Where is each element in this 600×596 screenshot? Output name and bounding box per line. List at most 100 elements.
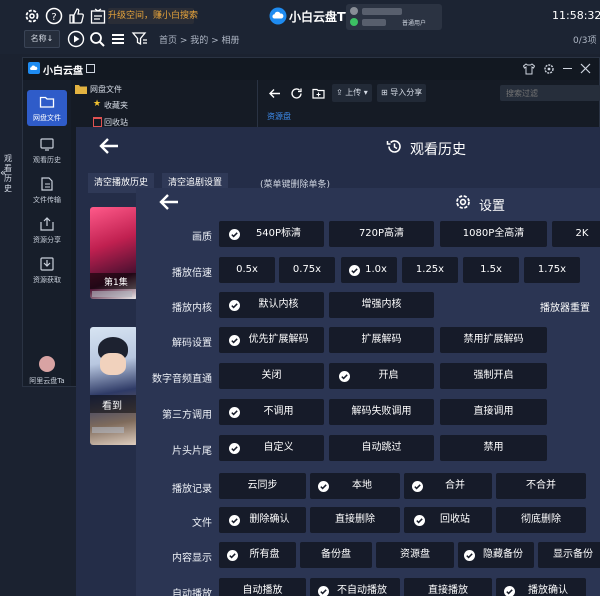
user-chip[interactable]: 普通用户 [346, 4, 442, 30]
upgrade-promo-button[interactable]: 升级空间，赚小白搜索 [108, 8, 198, 24]
refresh-icon[interactable] [290, 87, 303, 100]
setting-option[interactable]: 回收站 [404, 507, 492, 533]
upload-icon: ⇪ [336, 88, 343, 97]
setting-option[interactable]: 540P标清 [219, 221, 324, 247]
back-arrow-icon[interactable] [98, 137, 120, 155]
setting-option[interactable]: 1.25x [402, 257, 458, 283]
setting-row-label: 内容显示 [172, 553, 212, 564]
setting-option-label: 2K [575, 228, 589, 239]
sort-button[interactable]: 名称↓ [24, 30, 60, 48]
sidebar-item-fetch[interactable]: 资源获取 [27, 256, 67, 285]
help-icon[interactable]: ? [44, 6, 64, 26]
setting-option[interactable]: 直接调用 [440, 399, 547, 425]
setting-option[interactable]: 不调用 [219, 399, 324, 425]
sidebar-item-label: 网盘文件 [33, 114, 61, 122]
filter-icon[interactable] [130, 29, 150, 49]
setting-option[interactable]: 合并 [404, 473, 492, 499]
sidebar-item-history[interactable]: 观看历史 [27, 136, 67, 165]
setting-option[interactable]: 直接播放 [404, 578, 492, 596]
sidebar-item-transfer[interactable]: 文件传输 [27, 176, 67, 205]
sidebar-toggle-icon[interactable] [86, 64, 95, 73]
path-link[interactable]: 资源盘 [267, 111, 291, 122]
shirt-icon[interactable] [523, 63, 535, 75]
back-arrow-icon[interactable] [268, 87, 281, 100]
setting-option[interactable]: 0.75x [279, 257, 335, 283]
search-input[interactable] [500, 85, 600, 101]
close-icon[interactable] [580, 63, 591, 74]
setting-option[interactable]: 播放确认 [496, 578, 586, 596]
setting-option[interactable]: 禁用 [440, 435, 547, 461]
setting-option-label: 彻底删除 [521, 514, 561, 525]
setting-option[interactable]: 所有盘 [219, 542, 296, 568]
search-icon[interactable] [87, 29, 107, 49]
setting-option[interactable]: 解码失败调用 [329, 399, 434, 425]
setting-option[interactable]: 0.5x [219, 257, 275, 283]
breadcrumb[interactable]: 首页 > 我的 > 相册 [159, 33, 240, 46]
setting-option[interactable]: 1080P全高清 [440, 221, 547, 247]
sidebar-item-share[interactable]: 资源分享 [27, 216, 67, 245]
setting-option[interactable]: 1.0x [341, 257, 397, 283]
download-icon [39, 256, 55, 272]
setting-option[interactable]: 开启 [329, 363, 434, 389]
cloud-logo-icon [268, 6, 288, 26]
upload-button[interactable]: ⇪ 上传 ▾ [332, 84, 372, 102]
redacted-user-id [362, 19, 386, 26]
history-thumbnail[interactable]: 看到 [90, 327, 138, 445]
redacted-title [92, 291, 132, 297]
upload-label: 上传 [345, 88, 362, 97]
setting-option[interactable]: 资源盘 [376, 542, 454, 568]
double-chevron-left-icon[interactable]: « [0, 166, 7, 179]
setting-option[interactable]: 删除确认 [219, 507, 306, 533]
account-name: 阿里云盘Ta [29, 377, 65, 385]
setting-row-label: 文件 [192, 518, 212, 529]
avatar[interactable] [39, 356, 55, 372]
setting-option[interactable]: 云同步 [219, 473, 306, 499]
thumbs-up-icon[interactable] [66, 6, 86, 26]
sidebar-item-files[interactable]: 网盘文件 [27, 90, 67, 126]
player-reset-button[interactable]: 播放器重置 [540, 299, 590, 314]
setting-option[interactable]: 自动跳过 [329, 435, 434, 461]
setting-option[interactable]: 备份盘 [300, 542, 372, 568]
setting-option[interactable]: 2K [552, 221, 600, 247]
setting-option[interactable]: 默认内核 [219, 292, 324, 318]
setting-option[interactable]: 优先扩展解码 [219, 327, 324, 353]
setting-option[interactable]: 不合并 [496, 473, 586, 499]
setting-option-label: 自动跳过 [361, 442, 402, 453]
task-icon[interactable] [88, 6, 108, 26]
setting-option-label: 自动播放 [242, 585, 283, 596]
setting-option-label: 显示备份 [553, 549, 593, 560]
setting-option[interactable]: 禁用扩展解码 [440, 327, 547, 353]
setting-option-label: 扩展解码 [361, 334, 402, 345]
list-view-icon[interactable] [108, 29, 128, 49]
setting-option[interactable]: 强制开启 [440, 363, 547, 389]
gear-icon[interactable] [22, 6, 42, 26]
play-circle-icon[interactable] [66, 29, 86, 49]
setting-option[interactable]: 1.5x [463, 257, 519, 283]
setting-option-label: 增强内核 [361, 299, 402, 310]
setting-option[interactable]: 直接删除 [310, 507, 400, 533]
setting-option[interactable]: 本地 [310, 473, 400, 499]
setting-option[interactable]: 自定义 [219, 435, 324, 461]
tree-item-favorites[interactable]: 收藏夹 [104, 100, 128, 111]
setting-option[interactable]: 1.75x [524, 257, 580, 283]
setting-option[interactable]: 扩展解码 [329, 327, 434, 353]
tree-item-files[interactable]: 网盘文件 [90, 84, 122, 95]
setting-option[interactable]: 增强内核 [329, 292, 434, 318]
setting-option-label: 默认内核 [258, 299, 299, 310]
minimize-icon[interactable] [563, 68, 572, 69]
back-arrow-icon[interactable] [158, 193, 180, 211]
new-folder-icon[interactable] [312, 87, 325, 100]
setting-option[interactable]: 自动播放 [219, 578, 306, 596]
history-thumbnail[interactable]: 第1集 [90, 207, 138, 299]
setting-option[interactable]: 不自动播放 [310, 578, 400, 596]
chevron-down-icon: ▾ [363, 88, 368, 97]
setting-row-label: 解码设置 [172, 338, 212, 349]
setting-option[interactable]: 隐藏备份 [458, 542, 534, 568]
setting-option[interactable]: 关闭 [219, 363, 324, 389]
setting-option[interactable]: 显示备份 [538, 542, 600, 568]
import-share-button[interactable]: ⊞ 导入分享 [377, 84, 427, 102]
setting-option-label: 备份盘 [321, 549, 351, 560]
setting-option[interactable]: 720P高清 [329, 221, 434, 247]
setting-option[interactable]: 彻底删除 [496, 507, 586, 533]
settings-icon[interactable] [543, 63, 555, 75]
